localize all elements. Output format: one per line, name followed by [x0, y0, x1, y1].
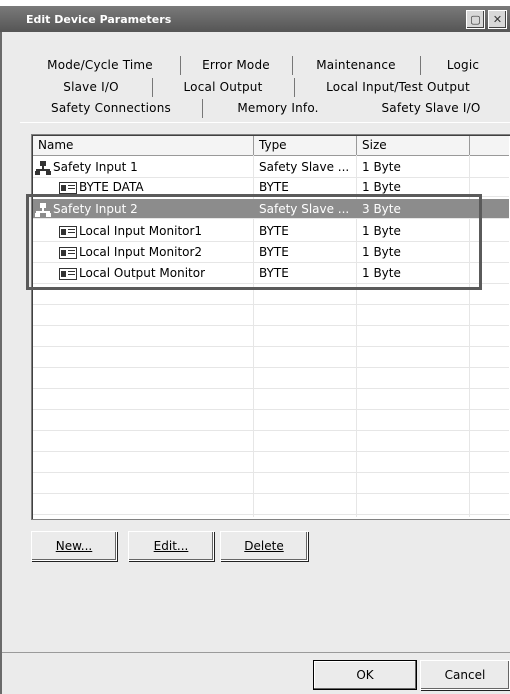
- ok-button[interactable]: OK: [313, 660, 417, 690]
- cancel-button-label: Cancel: [444, 668, 486, 682]
- maximize-button[interactable]: ▢: [466, 10, 485, 29]
- empty-row: [33, 305, 509, 326]
- tab-slave-io[interactable]: Slave I/O: [30, 78, 153, 97]
- row-name: Safety Input 1: [53, 160, 138, 174]
- tab-local-output[interactable]: Local Output: [152, 78, 295, 97]
- close-button[interactable]: ✕: [488, 10, 507, 29]
- column-header-type[interactable]: Type: [254, 136, 357, 155]
- new-button[interactable]: New...: [31, 531, 117, 561]
- cancel-button[interactable]: Cancel: [420, 660, 510, 690]
- tab-safety-connections[interactable]: Safety Connections: [20, 99, 203, 118]
- empty-row: [33, 452, 509, 473]
- edit-button-label: Edit...: [153, 539, 189, 553]
- title-bar: Edit Device Parameters ▢ ✕: [0, 6, 510, 32]
- tab-safety-slave-io[interactable]: Safety Slave I/O: [354, 99, 508, 118]
- delete-button-label: Delete: [244, 539, 284, 553]
- delete-button[interactable]: Delete: [220, 531, 308, 561]
- tab-error-mode[interactable]: Error Mode: [180, 56, 293, 75]
- list-row-safety-input-1[interactable]: Safety Input 1 Safety Slave ... 1 Byte: [33, 157, 509, 178]
- empty-row: [33, 368, 509, 389]
- row-name-cell: Safety Input 1: [35, 157, 138, 178]
- window-title: Edit Device Parameters: [26, 13, 172, 26]
- edit-button[interactable]: Edit...: [128, 531, 214, 561]
- row-name: BYTE DATA: [79, 180, 144, 194]
- highlight-box: [26, 194, 482, 290]
- tab-panel-edge: [20, 122, 510, 123]
- tab-maintenance[interactable]: Maintenance: [292, 56, 421, 75]
- tab-local-input-test-output[interactable]: Local Input/Test Output: [294, 78, 502, 97]
- ok-button-label: OK: [356, 668, 374, 682]
- footer-divider: [2, 652, 510, 653]
- empty-row: [33, 347, 509, 368]
- new-button-label: New...: [55, 539, 93, 553]
- row-type: Safety Slave ...: [259, 160, 350, 174]
- empty-row: [33, 494, 509, 515]
- byte-data-icon: [59, 181, 77, 194]
- empty-row: [33, 410, 509, 431]
- row-size: 1 Byte: [362, 160, 401, 174]
- tab-memory-info[interactable]: Memory Info.: [202, 99, 354, 118]
- column-header-name[interactable]: Name: [33, 136, 254, 155]
- empty-row: [33, 326, 509, 347]
- empty-row: [33, 389, 509, 410]
- tab-mode-cycle-time[interactable]: Mode/Cycle Time: [20, 56, 181, 75]
- safety-input-icon: [35, 160, 51, 175]
- tab-logic[interactable]: Logic: [420, 56, 506, 75]
- io-list[interactable]: Name Type Size Safety Input 1 Safety Sla…: [31, 134, 510, 520]
- empty-row: [33, 473, 509, 494]
- column-header-size[interactable]: Size: [357, 136, 470, 155]
- list-header: Name Type Size: [33, 136, 509, 156]
- empty-row: [33, 431, 509, 452]
